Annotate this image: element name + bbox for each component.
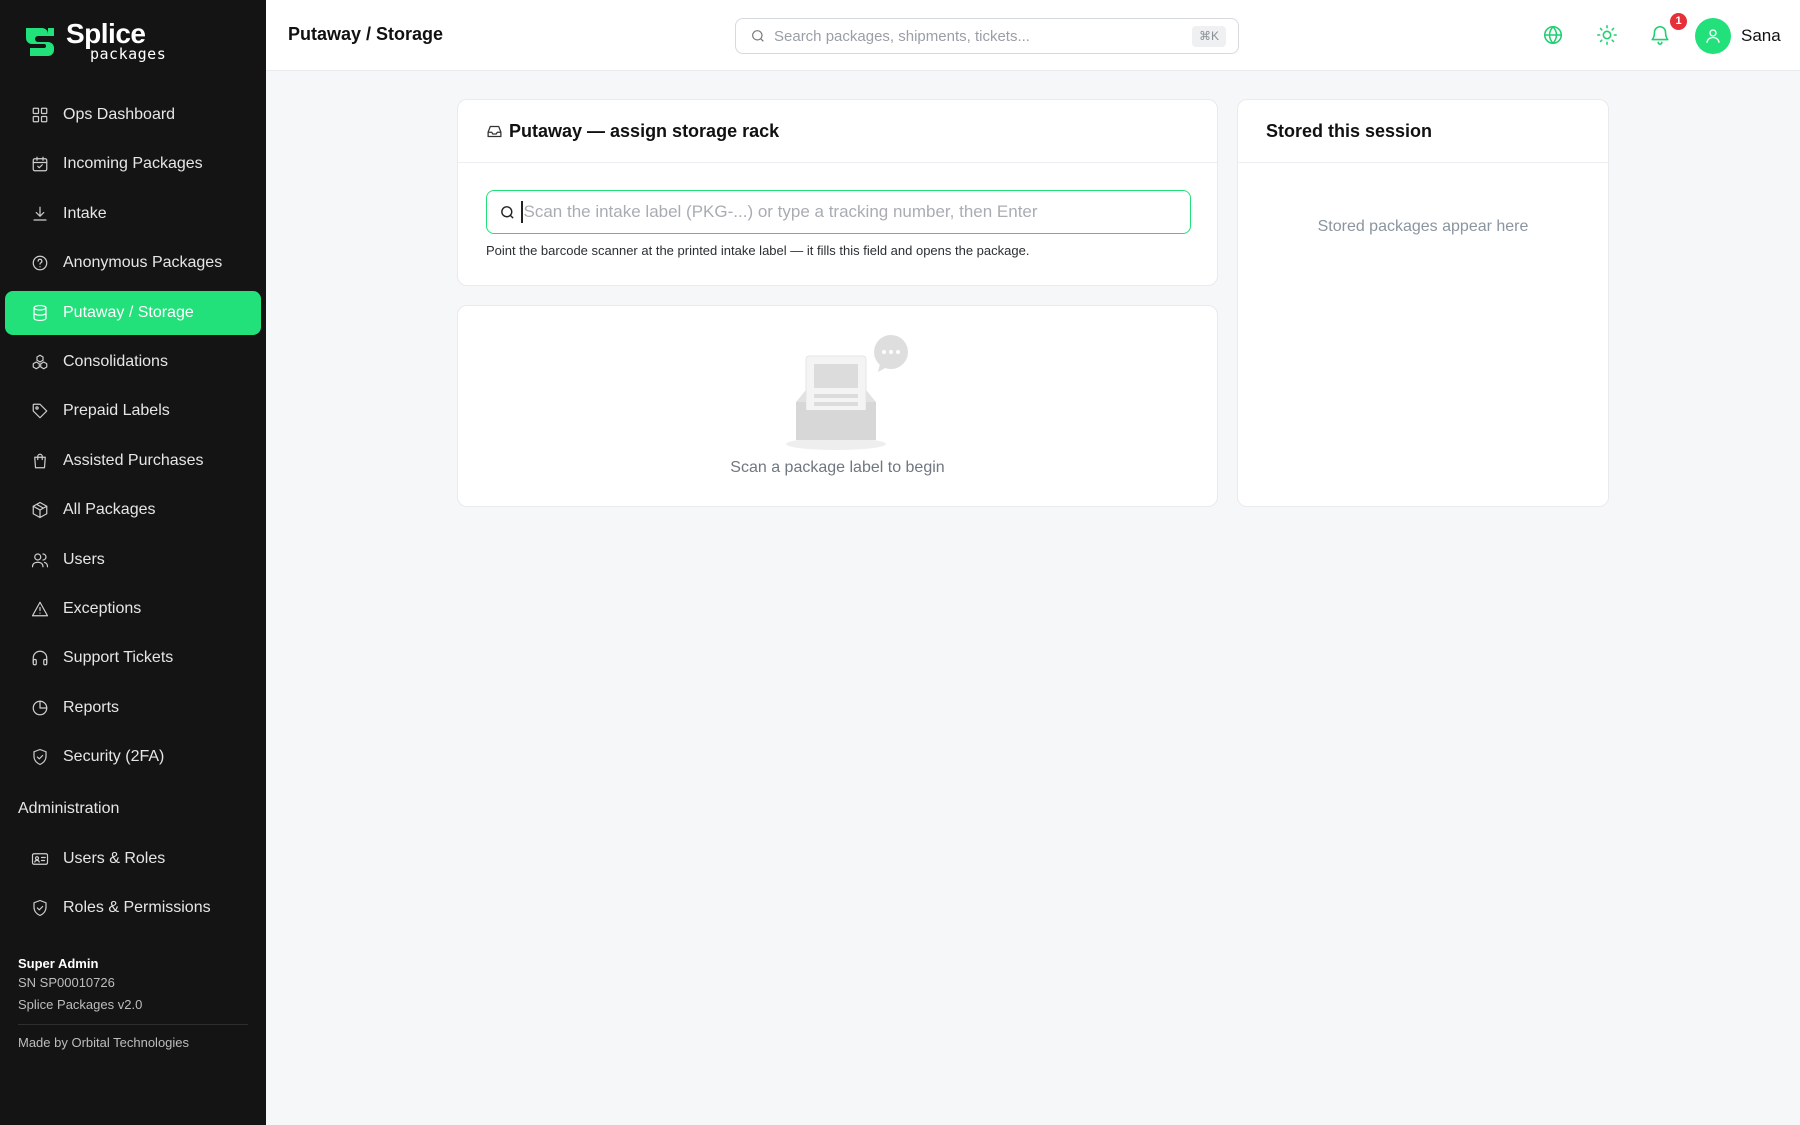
sidebar-item-label: Exceptions: [63, 599, 142, 617]
download-icon: [31, 205, 49, 223]
headphones-icon: [31, 649, 49, 667]
putaway-card-title: Putaway — assign storage rack: [509, 120, 780, 141]
sidebar-item-label: Putaway / Storage: [63, 303, 194, 321]
sidebar-item-label: Intake: [63, 204, 107, 222]
search-icon: [752, 30, 764, 42]
boxes-icon: [31, 353, 49, 371]
stored-session-title: Stored this session: [1266, 120, 1433, 141]
sidebar-item-reports[interactable]: Reports: [5, 686, 261, 730]
text-caret: [521, 201, 523, 223]
sidebar-item-label: Roles & Permissions: [63, 899, 211, 917]
shopping-bag-icon: [31, 452, 49, 470]
sidebar-item-label: Assisted Purchases: [63, 451, 204, 469]
sidebar-item-intake[interactable]: Intake: [5, 192, 261, 236]
sidebar-footer: Super Admin SN SP00010726 Splice Package…: [18, 956, 248, 1057]
alert-triangle-icon: [31, 600, 49, 618]
tag-icon: [31, 402, 49, 420]
putaway-card-header: Putaway — assign storage rack: [458, 100, 1217, 163]
sidebar-item-label: Users & Roles: [63, 850, 166, 867]
brand-name: Splice: [66, 18, 146, 49]
sidebar-item-exceptions[interactable]: Exceptions: [5, 587, 261, 631]
global-search-input[interactable]: Search packages, shipments, tickets... ⌘…: [735, 18, 1239, 54]
sidebar-item-support-tickets[interactable]: Support Tickets: [5, 636, 261, 680]
sun-icon[interactable]: [1596, 24, 1618, 46]
sidebar-nav: Ops Dashboard Incoming Packages Intake A…: [5, 93, 261, 784]
sidebar-item-label: Consolidations: [63, 352, 168, 370]
credit-text: Made by Orbital Technologies: [18, 1035, 190, 1050]
brand-logo[interactable]: Splice packages: [22, 20, 166, 64]
inbox-icon: [487, 125, 502, 137]
sidebar-item-consolidations[interactable]: Consolidations: [5, 340, 261, 384]
user-name[interactable]: Sana: [1741, 26, 1781, 46]
notification-badge: 1: [1670, 13, 1687, 30]
splice-logo-icon: [26, 28, 54, 56]
pie-chart-icon: [31, 699, 49, 717]
stored-session-empty-text: Stored packages appear here: [1317, 218, 1529, 235]
user-role: Super Admin: [18, 956, 99, 971]
sidebar-item-incoming-packages[interactable]: Incoming Packages: [5, 142, 261, 186]
admin-nav: Users & Roles Roles & Permissions: [5, 837, 261, 936]
sidebar-item-prepaid-labels[interactable]: Prepaid Labels: [5, 389, 261, 433]
sidebar-item-anonymous-packages[interactable]: Anonymous Packages: [5, 241, 261, 285]
empty-state-card: Scan a package label to begin: [457, 305, 1218, 507]
stored-session-header: Stored this session: [1238, 100, 1608, 163]
sidebar-item-label: Reports: [63, 698, 120, 716]
sidebar-item-putaway-storage[interactable]: Putaway / Storage: [5, 290, 261, 335]
id-card-icon: [31, 850, 49, 868]
help-circle-icon: [31, 254, 49, 272]
serial-number: SN SP00010726: [18, 975, 115, 990]
empty-inbox-icon: [786, 335, 908, 450]
sidebar-item-label: Ops Dashboard: [63, 106, 176, 123]
page-title: Putaway / Storage: [288, 24, 444, 44]
bell-icon[interactable]: [1649, 24, 1671, 46]
stored-session-card: Stored this session Stored packages appe…: [1237, 99, 1609, 507]
sidebar-item-all-packages[interactable]: All Packages: [5, 488, 261, 532]
sidebar: Splice packages Ops Dashboard Incoming P…: [0, 0, 266, 1125]
scan-input-placeholder: Scan the intake label (PKG-...) or type …: [523, 202, 1038, 221]
sidebar-item-roles-permissions[interactable]: Roles & Permissions: [5, 886, 261, 930]
scanner-hint: Point the barcode scanner at the printed…: [486, 243, 1030, 258]
administration-heading: Administration: [18, 800, 120, 817]
sidebar-item-label: Support Tickets: [63, 649, 174, 667]
sidebar-item-users-roles[interactable]: Users & Roles: [5, 837, 261, 881]
sidebar-item-label: Anonymous Packages: [63, 254, 223, 272]
package-icon: [31, 501, 49, 519]
shield-check-icon: [31, 748, 49, 766]
database-icon: [31, 304, 49, 322]
sidebar-item-security-2fa[interactable]: Security (2FA): [5, 735, 261, 779]
globe-icon[interactable]: [1542, 24, 1564, 46]
calendar-icon: [31, 155, 49, 173]
scan-input[interactable]: Scan the intake label (PKG-...) or type …: [486, 190, 1191, 234]
shield-check-icon: [31, 899, 49, 917]
avatar[interactable]: [1695, 18, 1731, 54]
sidebar-item-label: Incoming Packages: [63, 155, 203, 173]
user-icon: [1706, 29, 1720, 43]
sidebar-item-label: All Packages: [63, 501, 156, 519]
search-icon: [501, 205, 514, 219]
empty-state-text: Scan a package label to begin: [730, 459, 945, 476]
sidebar-item-label: Users: [63, 550, 105, 568]
search-shortcut-badge: ⌘K: [1191, 26, 1226, 47]
app-version: Splice Packages v2.0: [18, 997, 143, 1012]
footer-divider: [18, 1024, 248, 1025]
sidebar-item-users[interactable]: Users: [5, 538, 261, 582]
sidebar-item-ops-dashboard[interactable]: Ops Dashboard: [5, 93, 261, 137]
sidebar-item-label: Prepaid Labels: [63, 402, 170, 420]
search-placeholder: Search packages, shipments, tickets...: [774, 27, 1030, 45]
putaway-card: Putaway — assign storage rack Scan the i…: [457, 99, 1218, 286]
sidebar-item-assisted-purchases[interactable]: Assisted Purchases: [5, 439, 261, 483]
topbar: Putaway / Storage Search packages, shipm…: [266, 0, 1800, 71]
users-icon: [31, 551, 49, 569]
sidebar-item-label: Security (2FA): [63, 748, 165, 766]
brand-subtitle: packages: [90, 45, 167, 63]
grid-icon: [31, 106, 49, 124]
